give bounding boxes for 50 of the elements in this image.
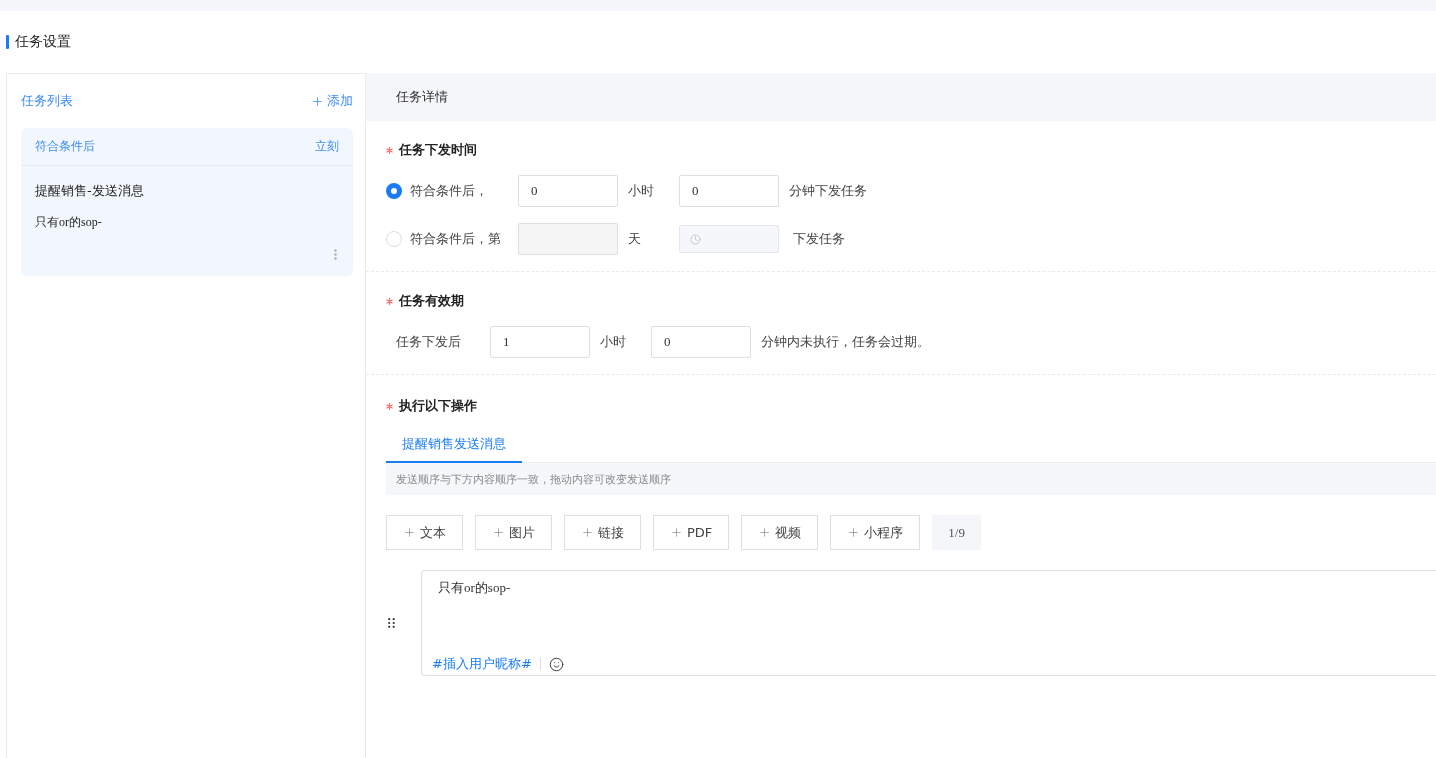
detail-title: 任务详情 [396,88,448,106]
task-title: 提醒销售-发送消息 [35,182,145,200]
title-accent-bar [6,34,9,49]
add-content-button[interactable]: PDF [653,515,730,550]
message-editor[interactable]: 只有or的sop- #插入用户昵称# [421,570,1436,676]
task-content: 只有or的sop- [35,214,103,231]
emoji-icon[interactable] [548,656,564,672]
plus-icon [758,526,772,539]
timing-label: 立刻 [315,138,339,155]
validity-label: 任务下发后 [396,333,462,351]
plus-icon [847,526,861,539]
task-item[interactable]: 提醒销售-发送消息 只有or的sop- [21,166,353,276]
section-label: 执行以下操作 [399,397,477,415]
plus-icon [581,526,594,539]
more-icon[interactable] [334,249,337,260]
trigger-label: 符合条件后 [35,138,95,155]
plus-icon [311,94,324,108]
unit-label: 小时 [600,333,627,351]
task-list-title: 任务列表 [21,92,73,110]
minutes-input[interactable]: 0 [651,326,751,358]
page-title: 任务设置 [15,32,71,51]
unit-label: 天 [628,230,642,248]
add-content-button[interactable]: 链接 [564,515,641,550]
section-label: 任务有效期 [399,292,464,310]
add-content-button[interactable]: 视频 [741,515,819,550]
add-content-button[interactable]: 小程序 [830,515,921,550]
content-counter: 1/9 [932,515,981,550]
add-content-button[interactable]: 文本 [386,515,463,550]
drag-handle-icon[interactable] [388,618,395,628]
order-hint: 发送顺序与下方内容顺序一致，拖动内容可改变发送顺序 [386,463,1436,495]
plus-icon [670,526,683,539]
radio-button[interactable] [386,183,402,199]
add-task-button[interactable]: 添加 [311,92,353,110]
plus-icon [403,526,416,539]
option-label: 符合条件后， [410,182,489,200]
suffix-label: 下发任务 [793,230,845,248]
time-picker[interactable] [679,225,779,253]
suffix-label: 分钟内未执行，任务会过期。 [761,333,930,351]
minutes-input[interactable]: 0 [679,175,779,207]
unit-label: 小时 [628,182,655,200]
plus-icon [492,526,505,539]
option-label: 符合条件后，第 [410,230,502,248]
message-text: 只有or的sop- [438,580,511,595]
hours-input[interactable]: 0 [518,175,618,207]
day-input[interactable] [518,223,618,255]
hours-input[interactable]: 1 [490,326,590,358]
suffix-label: 分钟下发任务 [789,182,867,200]
add-content-button[interactable]: 图片 [475,515,552,550]
clock-icon [690,233,701,245]
section-label: 任务下发时间 [399,141,477,159]
